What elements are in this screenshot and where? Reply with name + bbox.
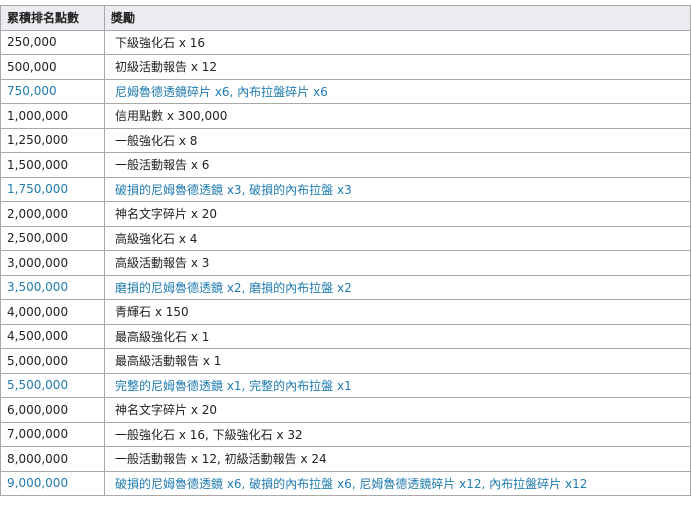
reward-cell: 信用點數 x 300,000 — [104, 103, 691, 129]
points-cell: 8,000,000 — [0, 446, 105, 472]
table-row: 4,500,000 最高級強化石 x 1 — [0, 323, 691, 349]
points-cell: 3,000,000 — [0, 250, 105, 276]
reward-cell: 最高級強化石 x 1 — [104, 323, 691, 349]
points-cell: 500,000 — [0, 54, 105, 80]
points-cell: 5,500,000 — [0, 372, 105, 398]
points-cell: 5,000,000 — [0, 348, 105, 374]
reward-cell: 下級強化石 x 16 — [104, 29, 691, 55]
reward-cell: 高級強化石 x 4 — [104, 225, 691, 251]
reward-cell: 一般活動報告 x 6 — [104, 152, 691, 178]
table-row: 3,000,000 高級活動報告 x 3 — [0, 250, 691, 276]
table-row: 2,000,000 神名文字碎片 x 20 — [0, 201, 691, 227]
reward-cell: 完整的尼姆魯德透鏡 x1, 完整的內布拉盤 x1 — [104, 372, 691, 398]
table-row: 2,500,000 高級強化石 x 4 — [0, 225, 691, 251]
table-row: 750,000 尼姆魯德透鏡碎片 x6, 內布拉盤碎片 x6 — [0, 78, 691, 104]
points-cell: 4,000,000 — [0, 299, 105, 325]
table-row: 5,500,000 完整的尼姆魯德透鏡 x1, 完整的內布拉盤 x1 — [0, 372, 691, 398]
table-row: 3,500,000 磨損的尼姆魯德透鏡 x2, 磨損的內布拉盤 x2 — [0, 274, 691, 300]
reward-cell: 破損的尼姆魯德透鏡 x6, 破損的內布拉盤 x6, 尼姆魯德透鏡碎片 x12, … — [104, 470, 691, 496]
rewards-table: 累積排名點數 獎勵 250,000 下級強化石 x 16 500,000 初級活動報告… — [0, 5, 691, 496]
table-row: 1,500,000 一般活動報告 x 6 — [0, 152, 691, 178]
table-row: 8,000,000 一般活動報告 x 12, 初級活動報告 x 24 — [0, 446, 691, 472]
header-reward: 獎勵 — [104, 5, 691, 31]
table-body: 250,000 下級強化石 x 16 500,000 初級活動報告 x 12 750,0… — [0, 29, 691, 496]
table-row: 250,000 下級強化石 x 16 — [0, 29, 691, 55]
points-cell: 1,250,000 — [0, 127, 105, 153]
reward-cell: 神名文字碎片 x 20 — [104, 201, 691, 227]
table-row: 1,750,000 破損的尼姆魯德透鏡 x3, 破損的內布拉盤 x3 — [0, 176, 691, 202]
points-cell: 3,500,000 — [0, 274, 105, 300]
table-row: 5,000,000 最高級活動報告 x 1 — [0, 348, 691, 374]
points-cell: 2,500,000 — [0, 225, 105, 251]
points-cell: 4,500,000 — [0, 323, 105, 349]
points-cell: 1,750,000 — [0, 176, 105, 202]
reward-cell: 一般強化石 x 8 — [104, 127, 691, 153]
table-row: 7,000,000 一般強化石 x 16, 下級強化石 x 32 — [0, 421, 691, 447]
table-row: 6,000,000 神名文字碎片 x 20 — [0, 397, 691, 423]
points-cell: 7,000,000 — [0, 421, 105, 447]
points-cell: 1,500,000 — [0, 152, 105, 178]
table-row: 4,000,000 青輝石 x 150 — [0, 299, 691, 325]
table-row: 1,250,000 一般強化石 x 8 — [0, 127, 691, 153]
reward-cell: 青輝石 x 150 — [104, 299, 691, 325]
reward-cell: 一般活動報告 x 12, 初級活動報告 x 24 — [104, 446, 691, 472]
table-header-row: 累積排名點數 獎勵 — [0, 5, 691, 31]
reward-cell: 神名文字碎片 x 20 — [104, 397, 691, 423]
reward-cell: 磨損的尼姆魯德透鏡 x2, 磨損的內布拉盤 x2 — [104, 274, 691, 300]
page: 累積排名點數 獎勵 250,000 下級強化石 x 16 500,000 初級活動報告… — [0, 0, 691, 518]
reward-cell: 一般強化石 x 16, 下級強化石 x 32 — [104, 421, 691, 447]
points-cell: 6,000,000 — [0, 397, 105, 423]
reward-cell: 初級活動報告 x 12 — [104, 54, 691, 80]
table-row: 9,000,000 破損的尼姆魯德透鏡 x6, 破損的內布拉盤 x6, 尼姆魯德透… — [0, 470, 691, 496]
points-cell: 2,000,000 — [0, 201, 105, 227]
reward-cell: 最高級活動報告 x 1 — [104, 348, 691, 374]
points-cell: 750,000 — [0, 78, 105, 104]
reward-cell: 破損的尼姆魯德透鏡 x3, 破損的內布拉盤 x3 — [104, 176, 691, 202]
points-cell: 250,000 — [0, 29, 105, 55]
points-cell: 9,000,000 — [0, 470, 105, 496]
table-row: 1,000,000 信用點數 x 300,000 — [0, 103, 691, 129]
reward-cell: 尼姆魯德透鏡碎片 x6, 內布拉盤碎片 x6 — [104, 78, 691, 104]
reward-cell: 高級活動報告 x 3 — [104, 250, 691, 276]
table-row: 500,000 初級活動報告 x 12 — [0, 54, 691, 80]
header-points: 累積排名點數 — [0, 5, 105, 31]
points-cell: 1,000,000 — [0, 103, 105, 129]
